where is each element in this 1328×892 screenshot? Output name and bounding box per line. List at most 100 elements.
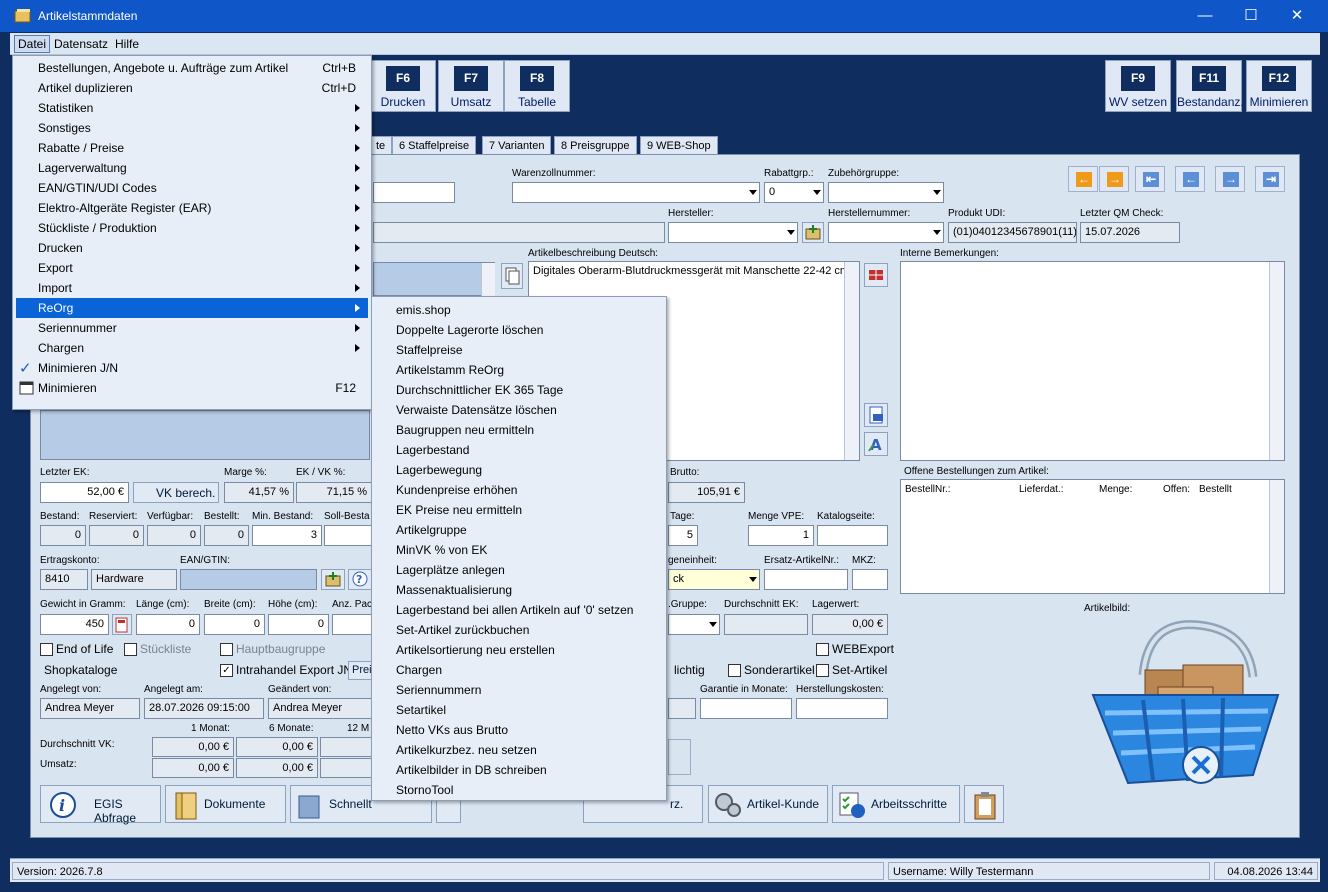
ekvk-field[interactable]: 71,15 % <box>296 482 372 503</box>
bestellt-field[interactable]: 0 <box>204 525 249 546</box>
lagerwert-field[interactable]: 0,00 € <box>812 614 888 635</box>
hersteller-add-button[interactable] <box>802 222 824 243</box>
reorg-item[interactable]: StornoTool <box>396 783 453 797</box>
tage-field[interactable]: 5 <box>668 525 698 546</box>
durchvk-6m[interactable]: 0,00 € <box>236 737 318 757</box>
f7-umsatz-button[interactable]: F7 Umsatz <box>438 60 504 112</box>
menu-item-bestellungen[interactable]: Bestellungen, Angebote u. Aufträge zum A… <box>16 58 368 78</box>
verfuegbar-field[interactable]: 0 <box>147 525 201 546</box>
reorg-item[interactable]: Massenaktualisierung <box>396 583 512 597</box>
artikel-kunde-button[interactable]: Artikel-Kunde <box>708 785 828 823</box>
mengevpe-field[interactable]: 1 <box>748 525 814 546</box>
nav-prev-orange-button[interactable]: ← <box>1068 166 1098 192</box>
reorg-item[interactable]: Chargen <box>396 663 442 677</box>
reorg-item[interactable]: Set-Artikel zurückbuchen <box>396 623 529 637</box>
durchek-field[interactable] <box>724 614 808 635</box>
spellcheck-button[interactable]: A <box>864 432 888 456</box>
blue-area-lower[interactable] <box>40 410 370 460</box>
intrahandel-checkbox[interactable]: ✓ <box>220 664 233 677</box>
reorg-item[interactable]: EK Preise neu ermitteln <box>396 503 522 517</box>
umsatz-6m[interactable]: 0,00 € <box>236 758 318 778</box>
tab-staffelpreise[interactable]: 6 Staffelpreise <box>392 136 477 156</box>
reorg-item[interactable]: Kundenpreise erhöhen <box>396 483 517 497</box>
angelegt-von-field[interactable]: Andrea Meyer <box>40 698 140 719</box>
egis-abfrage-button[interactable]: i EGIS Abfrage <box>40 785 161 825</box>
ertrag-name-field[interactable]: Hardware <box>91 569 177 590</box>
reorg-item[interactable]: Lagerbestand bei allen Artikeln auf '0' … <box>396 603 633 617</box>
maximize-button[interactable]: ☐ <box>1228 0 1274 32</box>
reorg-item[interactable]: Baugruppen neu ermitteln <box>396 423 534 437</box>
anzpac-field[interactable] <box>332 614 372 635</box>
stueckliste-checkbox[interactable] <box>124 643 137 656</box>
f8-tabelle-button[interactable]: F8 Tabelle <box>504 60 570 112</box>
nav-last-button[interactable]: ⇥ <box>1255 166 1285 192</box>
zubehoer-select[interactable] <box>828 182 944 203</box>
reorg-item[interactable]: Netto VKs aus Brutto <box>396 723 508 737</box>
menu-item-chargen[interactable]: Chargen <box>16 338 368 358</box>
herstellkosten-field[interactable] <box>796 698 888 719</box>
nav-next-button[interactable]: → <box>1215 166 1245 192</box>
reorg-item[interactable]: Artikelgruppe <box>396 523 467 537</box>
partial-gray-field[interactable] <box>668 698 696 719</box>
reorg-item[interactable]: Artikelsortierung neu erstellen <box>396 643 555 657</box>
tab-varianten[interactable]: 7 Varianten <box>482 136 552 156</box>
reorg-item[interactable]: emis.shop <box>396 303 451 317</box>
f11-bestandanz-button[interactable]: F11 Bestandanz. <box>1176 60 1244 112</box>
ean-field[interactable] <box>180 569 317 590</box>
reorg-item[interactable]: Artikelkurzbez. neu setzen <box>396 743 537 757</box>
menu-item-minimieren[interactable]: Minimieren F12 <box>16 378 368 398</box>
hoehe-field[interactable]: 0 <box>268 614 329 635</box>
reorg-item[interactable]: Lagerplätze anlegen <box>396 563 505 577</box>
reorg-item[interactable]: MinVK % von EK <box>396 543 487 557</box>
menu-item-lagerverwaltung[interactable]: Lagerverwaltung <box>16 158 368 178</box>
bestand-field[interactable]: 0 <box>40 525 86 546</box>
bemerkungen-textarea[interactable] <box>900 261 1285 461</box>
offene-scrollbar[interactable] <box>1269 480 1284 593</box>
sonder-checkbox[interactable] <box>728 664 741 677</box>
umsatz-1m[interactable]: 0,00 € <box>152 758 234 778</box>
webexport-checkbox[interactable] <box>816 643 829 656</box>
laenge-field[interactable]: 0 <box>136 614 200 635</box>
menu-item-drucken[interactable]: Drucken <box>16 238 368 258</box>
clipboard-button[interactable] <box>964 785 1004 823</box>
gewicht-field[interactable]: 450 <box>40 614 109 635</box>
ertrag-field[interactable]: 8410 <box>40 569 88 590</box>
f12-minimieren-button[interactable]: F12 Minimieren <box>1246 60 1312 112</box>
reorg-item[interactable]: Durchschnittlicher EK 365 Tage <box>396 383 563 397</box>
reorg-item[interactable]: Staffelpreise <box>396 343 463 357</box>
reorg-item[interactable]: Seriennummern <box>396 683 481 697</box>
warenzoll-select[interactable] <box>512 182 760 203</box>
reorg-item[interactable]: Doppelte Lagerorte löschen <box>396 323 543 337</box>
herstellernr-select[interactable] <box>828 222 944 243</box>
udi-field[interactable]: (01)04012345678901(11)2 <box>948 222 1077 243</box>
arbeitsschritte-button[interactable]: Arbeitsschritte <box>832 785 960 823</box>
agruppe-select[interactable] <box>668 614 720 635</box>
partial-input-2[interactable] <box>373 222 665 243</box>
gewicht-calc-button[interactable] <box>112 614 132 635</box>
geaendert-field[interactable]: Andrea Meyer <box>268 698 372 719</box>
menu-item-duplizieren[interactable]: Artikel duplizieren Ctrl+D <box>16 78 368 98</box>
letzter-ek-field[interactable]: 52,00 € <box>40 482 129 503</box>
menu-item-sonstiges[interactable]: Sonstiges <box>16 118 368 138</box>
reorg-item[interactable]: Setartikel <box>396 703 446 717</box>
menu-item-ear[interactable]: Elektro-Altgeräte Register (EAR) <box>16 198 368 218</box>
beschreibung-scrollbar[interactable] <box>844 262 859 460</box>
offene-table[interactable]: BestellNr.: Lieferdat.: Menge: Offen: Be… <box>900 479 1285 594</box>
flag-button[interactable] <box>864 263 888 287</box>
nav-first-button[interactable]: ⇤ <box>1135 166 1165 192</box>
translate-button[interactable] <box>864 403 888 427</box>
menu-item-export[interactable]: Export <box>16 258 368 278</box>
garantie-field[interactable] <box>700 698 792 719</box>
close-button[interactable]: ✕ <box>1274 0 1320 32</box>
vk-berechnen-button[interactable]: VK berech. <box>133 482 219 503</box>
menu-item-reorg[interactable]: ReOrg <box>16 298 368 318</box>
eol-checkbox[interactable] <box>40 643 53 656</box>
mkz-field[interactable] <box>852 569 888 590</box>
rabattgrp-select[interactable]: 0 <box>764 182 824 203</box>
tab-partial[interactable]: te <box>370 136 392 156</box>
reorg-item[interactable]: Lagerbewegung <box>396 463 482 477</box>
kurzbez-scrollbar[interactable] <box>481 263 495 296</box>
nav-next-orange-button[interactable]: → <box>1099 166 1129 192</box>
reorg-item[interactable]: Artikelbilder in DB schreiben <box>396 763 547 777</box>
ersatz-field[interactable] <box>764 569 848 590</box>
